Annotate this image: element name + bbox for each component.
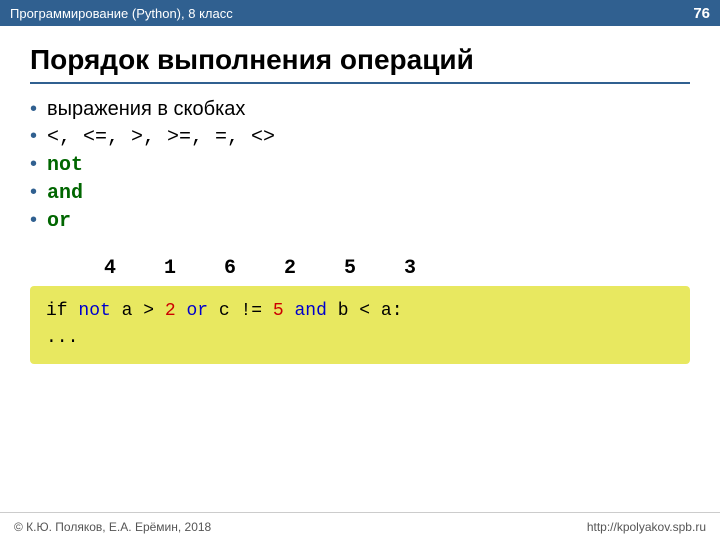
top-bar: Программирование (Python), 8 класс 76 (0, 0, 720, 26)
code-or: or (186, 301, 208, 321)
list-item: and (30, 181, 690, 205)
num-4: 4 (80, 257, 140, 280)
code-line-1: if not a > 2 or c != 5 and b < a: (46, 298, 674, 325)
bullet-keyword-not: not (47, 154, 83, 177)
code-2: 2 (165, 301, 176, 321)
bullet-keyword-or: or (47, 210, 71, 233)
footer-left: © К.Ю. Поляков, Е.А. Ерёмин, 2018 (14, 520, 211, 534)
code-and: and (295, 301, 327, 321)
list-item: выражения в скобках (30, 98, 690, 121)
slide-content: Порядок выполнения операций выражения в … (0, 26, 720, 512)
bullet-text: выражения в скобках (47, 98, 245, 121)
num-3: 3 (380, 257, 440, 280)
footer: © К.Ю. Поляков, Е.А. Ерёмин, 2018 http:/… (0, 512, 720, 540)
code-space1 (176, 301, 187, 321)
code-5: 5 (273, 301, 284, 321)
num-1: 1 (140, 257, 200, 280)
page-container: Программирование (Python), 8 класс 76 По… (0, 0, 720, 540)
code-a-gt: a > (111, 301, 165, 321)
num-5: 5 (320, 257, 380, 280)
code-b-lt-a: b < a: (327, 301, 403, 321)
slide-number: 76 (693, 5, 710, 22)
num-2: 2 (260, 257, 320, 280)
bullet-list: выражения в скобках <, <=, >, >=, =, <> … (30, 98, 690, 237)
code-if: if (46, 301, 78, 321)
footer-right: http://kpolyakov.spb.ru (587, 520, 706, 534)
code-line-2: ... (46, 325, 674, 352)
slide-title: Порядок выполнения операций (30, 44, 690, 84)
num-6: 6 (200, 257, 260, 280)
list-item: <, <=, >, >=, =, <> (30, 125, 690, 149)
code-block: if not a > 2 or c != 5 and b < a: ... (30, 286, 690, 364)
list-item: not (30, 153, 690, 177)
course-title: Программирование (Python), 8 класс (10, 6, 233, 21)
code-space2 (284, 301, 295, 321)
numbers-row: 4 1 6 2 5 3 (80, 257, 690, 280)
code-not: not (78, 301, 110, 321)
code-c-neq: c != (208, 301, 273, 321)
list-item: or (30, 209, 690, 233)
bullet-operators: <, <=, >, >=, =, <> (47, 126, 275, 149)
bullet-keyword-and: and (47, 182, 83, 205)
